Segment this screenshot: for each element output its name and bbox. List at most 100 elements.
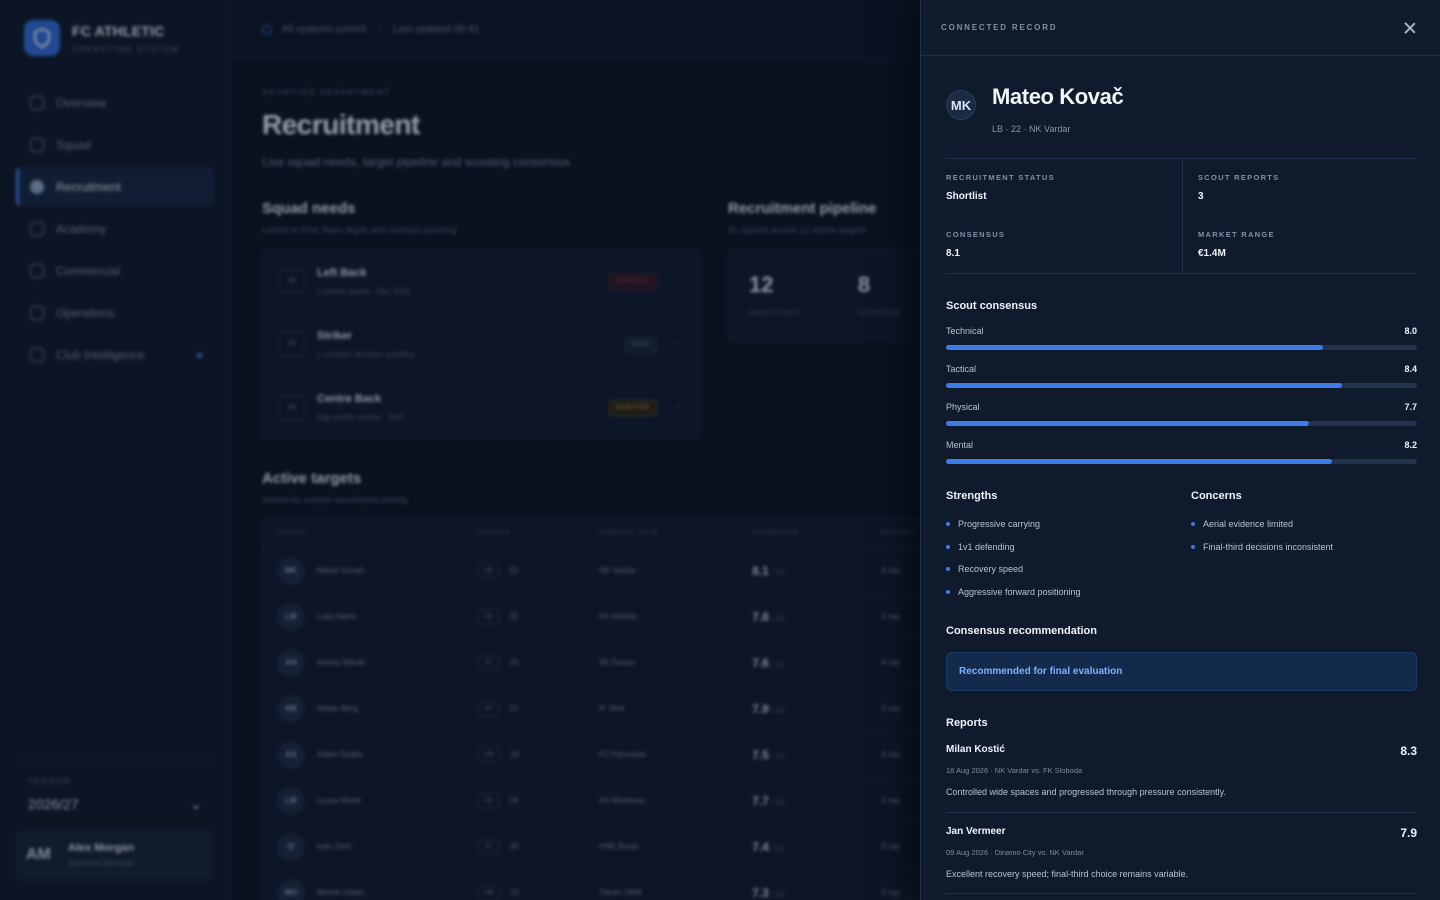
sidebar-item-overview[interactable]: Overview bbox=[16, 84, 214, 122]
bar-label: Physical bbox=[946, 402, 980, 412]
users-icon bbox=[30, 138, 44, 152]
avatar: MU bbox=[277, 878, 305, 900]
section-title-concerns: Concerns bbox=[1191, 490, 1242, 502]
club-cell: FC Pannonia bbox=[599, 750, 646, 759]
need-row-striker[interactable]: ST Striker 1 contract decision pending HI… bbox=[263, 313, 699, 376]
page-eyebrow: SPORTING DEPARTMENT bbox=[262, 88, 391, 97]
close-icon[interactable] bbox=[1402, 20, 1418, 36]
list-item: 1v1 defending bbox=[946, 542, 1081, 565]
sidebar-item-commercial[interactable]: Commercial bbox=[16, 252, 214, 290]
table-row[interactable]: NB Niklas Berg ST 21 IF Vest 7.9 / 10 3 rep bbox=[263, 686, 941, 732]
table-row[interactable]: MK Mateo Kovač LB 22 NK Vardar 8.1 / 10 3 rep bbox=[263, 548, 941, 594]
stat-market-range: MARKET RANGE €1.4M bbox=[1198, 230, 1275, 259]
user-name: Alex Morgan bbox=[68, 842, 135, 854]
consensus-cell: 7.5 / 10 bbox=[752, 748, 881, 762]
section-subtitle: Sorted by current recruitment priority bbox=[262, 495, 409, 505]
consensus-scale: / 10 bbox=[771, 705, 785, 715]
sidebar-item-label: Operations bbox=[56, 306, 115, 320]
target-cell: IZ Ivan Zorić bbox=[263, 832, 478, 861]
column-header[interactable]: CURRENT CLUB bbox=[599, 530, 752, 536]
user-card[interactable]: AM Alex Morgan General Director bbox=[16, 830, 214, 880]
arrow-right-icon: → bbox=[673, 400, 683, 411]
avatar: NB bbox=[277, 694, 305, 723]
sidebar-item-label: Squad bbox=[56, 138, 91, 152]
table-row[interactable]: LM Lucas Morel LB 24 AS Montreux 7.7 / 10 2 re… bbox=[263, 778, 941, 824]
consensus-scale: / 10 bbox=[771, 843, 785, 853]
bar-track bbox=[946, 345, 1417, 350]
position-chip: LB bbox=[477, 608, 500, 625]
targets-table: TARGET PROFILE CURRENT CLUB CONSENSUS RE… bbox=[262, 517, 942, 900]
stat-consensus: CONSENSUS 8.1 bbox=[946, 230, 1005, 259]
section-title-consensus: Scout consensus bbox=[946, 300, 1038, 312]
stat-value: 8.1 bbox=[946, 248, 960, 259]
consensus-cell: 7.9 / 10 bbox=[752, 702, 881, 716]
target-age: 22 bbox=[510, 888, 520, 897]
need-title: Left Back bbox=[317, 266, 367, 279]
stat-scout-reports: SCOUT REPORTS 3 bbox=[1198, 173, 1280, 202]
building-icon bbox=[30, 306, 44, 320]
sidebar-item-squad[interactable]: Squad bbox=[16, 126, 214, 164]
club-cell: SK Dunav bbox=[599, 658, 636, 667]
avatar: MK bbox=[946, 90, 976, 120]
stat-label: CONSENSUS bbox=[946, 230, 1006, 239]
grid-icon bbox=[30, 96, 44, 110]
report-text: Controlled wide spaces and progressed th… bbox=[946, 787, 1226, 797]
report-item[interactable]: Jan Vermeer 7.9 09 Aug 2026 · Dinamo Cit… bbox=[946, 826, 1417, 894]
sidebar-item-academy[interactable]: Academy bbox=[16, 210, 214, 248]
bar-value: 8.4 bbox=[1404, 364, 1417, 374]
table-row[interactable]: AN Andrej Nikolić ST 23 SK Dunav 7.6 / 10 4 re… bbox=[263, 640, 941, 686]
club-cell: AS Montreux bbox=[599, 796, 646, 805]
report-item[interactable]: Milan Kostić 8.3 18 Aug 2026 · NK Vardar… bbox=[946, 744, 1417, 813]
status-icon bbox=[262, 24, 272, 35]
column-header[interactable]: CONSENSUS bbox=[752, 530, 881, 536]
table-row[interactable]: IZ Ivan Zorić ST 26 HNK Borac 7.4 / 10 3 rep bbox=[263, 824, 941, 870]
club-cell: FK Adriatic bbox=[599, 612, 638, 621]
need-row-centre-back[interactable]: CB Centre Back Age profile review · 2027 … bbox=[263, 376, 699, 439]
consensus-scale: / 10 bbox=[771, 613, 785, 623]
consensus-scale: / 10 bbox=[771, 567, 785, 577]
consensus-row-physical: Physical 7.7 bbox=[946, 402, 1417, 440]
page-title: Recruitment bbox=[262, 109, 420, 140]
target-name: Lucas Morel bbox=[317, 796, 361, 805]
sidebar-item-club-intelligence[interactable]: Club Intelligence bbox=[16, 336, 214, 374]
divider bbox=[1182, 159, 1183, 273]
stat-label: SCOUT REPORTS bbox=[1198, 173, 1280, 182]
target-name: Andrej Nikolić bbox=[317, 658, 366, 667]
position-chip: CB bbox=[279, 395, 305, 420]
position-chip: LB bbox=[477, 792, 500, 809]
table-row[interactable]: MU Michal Urban CB 22 Tatran 1908 7.3 / 10 2 r… bbox=[263, 870, 941, 900]
consensus-cell: 8.1 / 10 bbox=[752, 564, 881, 578]
target-name: Ivan Zorić bbox=[317, 842, 353, 851]
report-score: 8.3 bbox=[1400, 744, 1417, 758]
season-selector[interactable]: SEASON 2026/27 ⌄ bbox=[16, 760, 214, 813]
consensus-score: 7.8 bbox=[752, 609, 769, 624]
section-title-recommendation: Consensus recommendation bbox=[946, 625, 1097, 637]
consensus-score: 7.5 bbox=[752, 747, 769, 762]
recommendation-button[interactable]: Recommended for final evaluation bbox=[946, 652, 1417, 691]
sidebar-item-label: Commercial bbox=[56, 264, 121, 278]
profile-cell: ST 23 bbox=[477, 654, 599, 671]
section-subtitle: Linked to First Team depth and contract … bbox=[262, 225, 457, 235]
target-cell: AN Andrej Nikolić bbox=[263, 648, 478, 677]
notification-dot bbox=[197, 353, 202, 358]
sidebar-item-recruitment[interactable]: Recruitment bbox=[16, 168, 214, 206]
target-name: Michal Urban bbox=[317, 888, 365, 897]
consensus-score: 7.7 bbox=[752, 793, 769, 808]
position-chip: LB bbox=[477, 562, 500, 579]
player-name: Mateo Kovač bbox=[992, 84, 1124, 109]
table-row[interactable]: LM Luka Marin LB 20 FK Adriatic 7.8 / 10 2 rep bbox=[263, 594, 941, 640]
need-row-left-back[interactable]: LB Left Back 1 senior option · Dec 2026 C… bbox=[263, 250, 699, 313]
graduation-cap-icon bbox=[30, 222, 44, 236]
column-header[interactable]: TARGET bbox=[263, 530, 478, 536]
column-header[interactable]: PROFILE bbox=[478, 530, 599, 536]
main-content: SPORTING DEPARTMENT Recruitment Live squ… bbox=[262, 88, 988, 900]
consensus-scale: / 10 bbox=[771, 751, 785, 761]
consensus-cell: 7.6 / 10 bbox=[752, 656, 881, 670]
season-value: 2026/27 bbox=[28, 796, 79, 812]
sidebar-item-operations[interactable]: Operations bbox=[16, 294, 214, 332]
stat-label: RECRUITMENT STATUS bbox=[946, 173, 1055, 182]
table-row[interactable]: ÁS Ádám Szabó CB 25 FC Pannonia 7.5 / 10 3 rep bbox=[263, 732, 941, 778]
concerns-list: Aerial evidence limited Final-third deci… bbox=[1191, 519, 1333, 564]
sidebar-item-label: Academy bbox=[56, 222, 107, 236]
sidebar: FC ATHLETIC OPERATING SYSTEM Overview Sq… bbox=[0, 0, 230, 900]
